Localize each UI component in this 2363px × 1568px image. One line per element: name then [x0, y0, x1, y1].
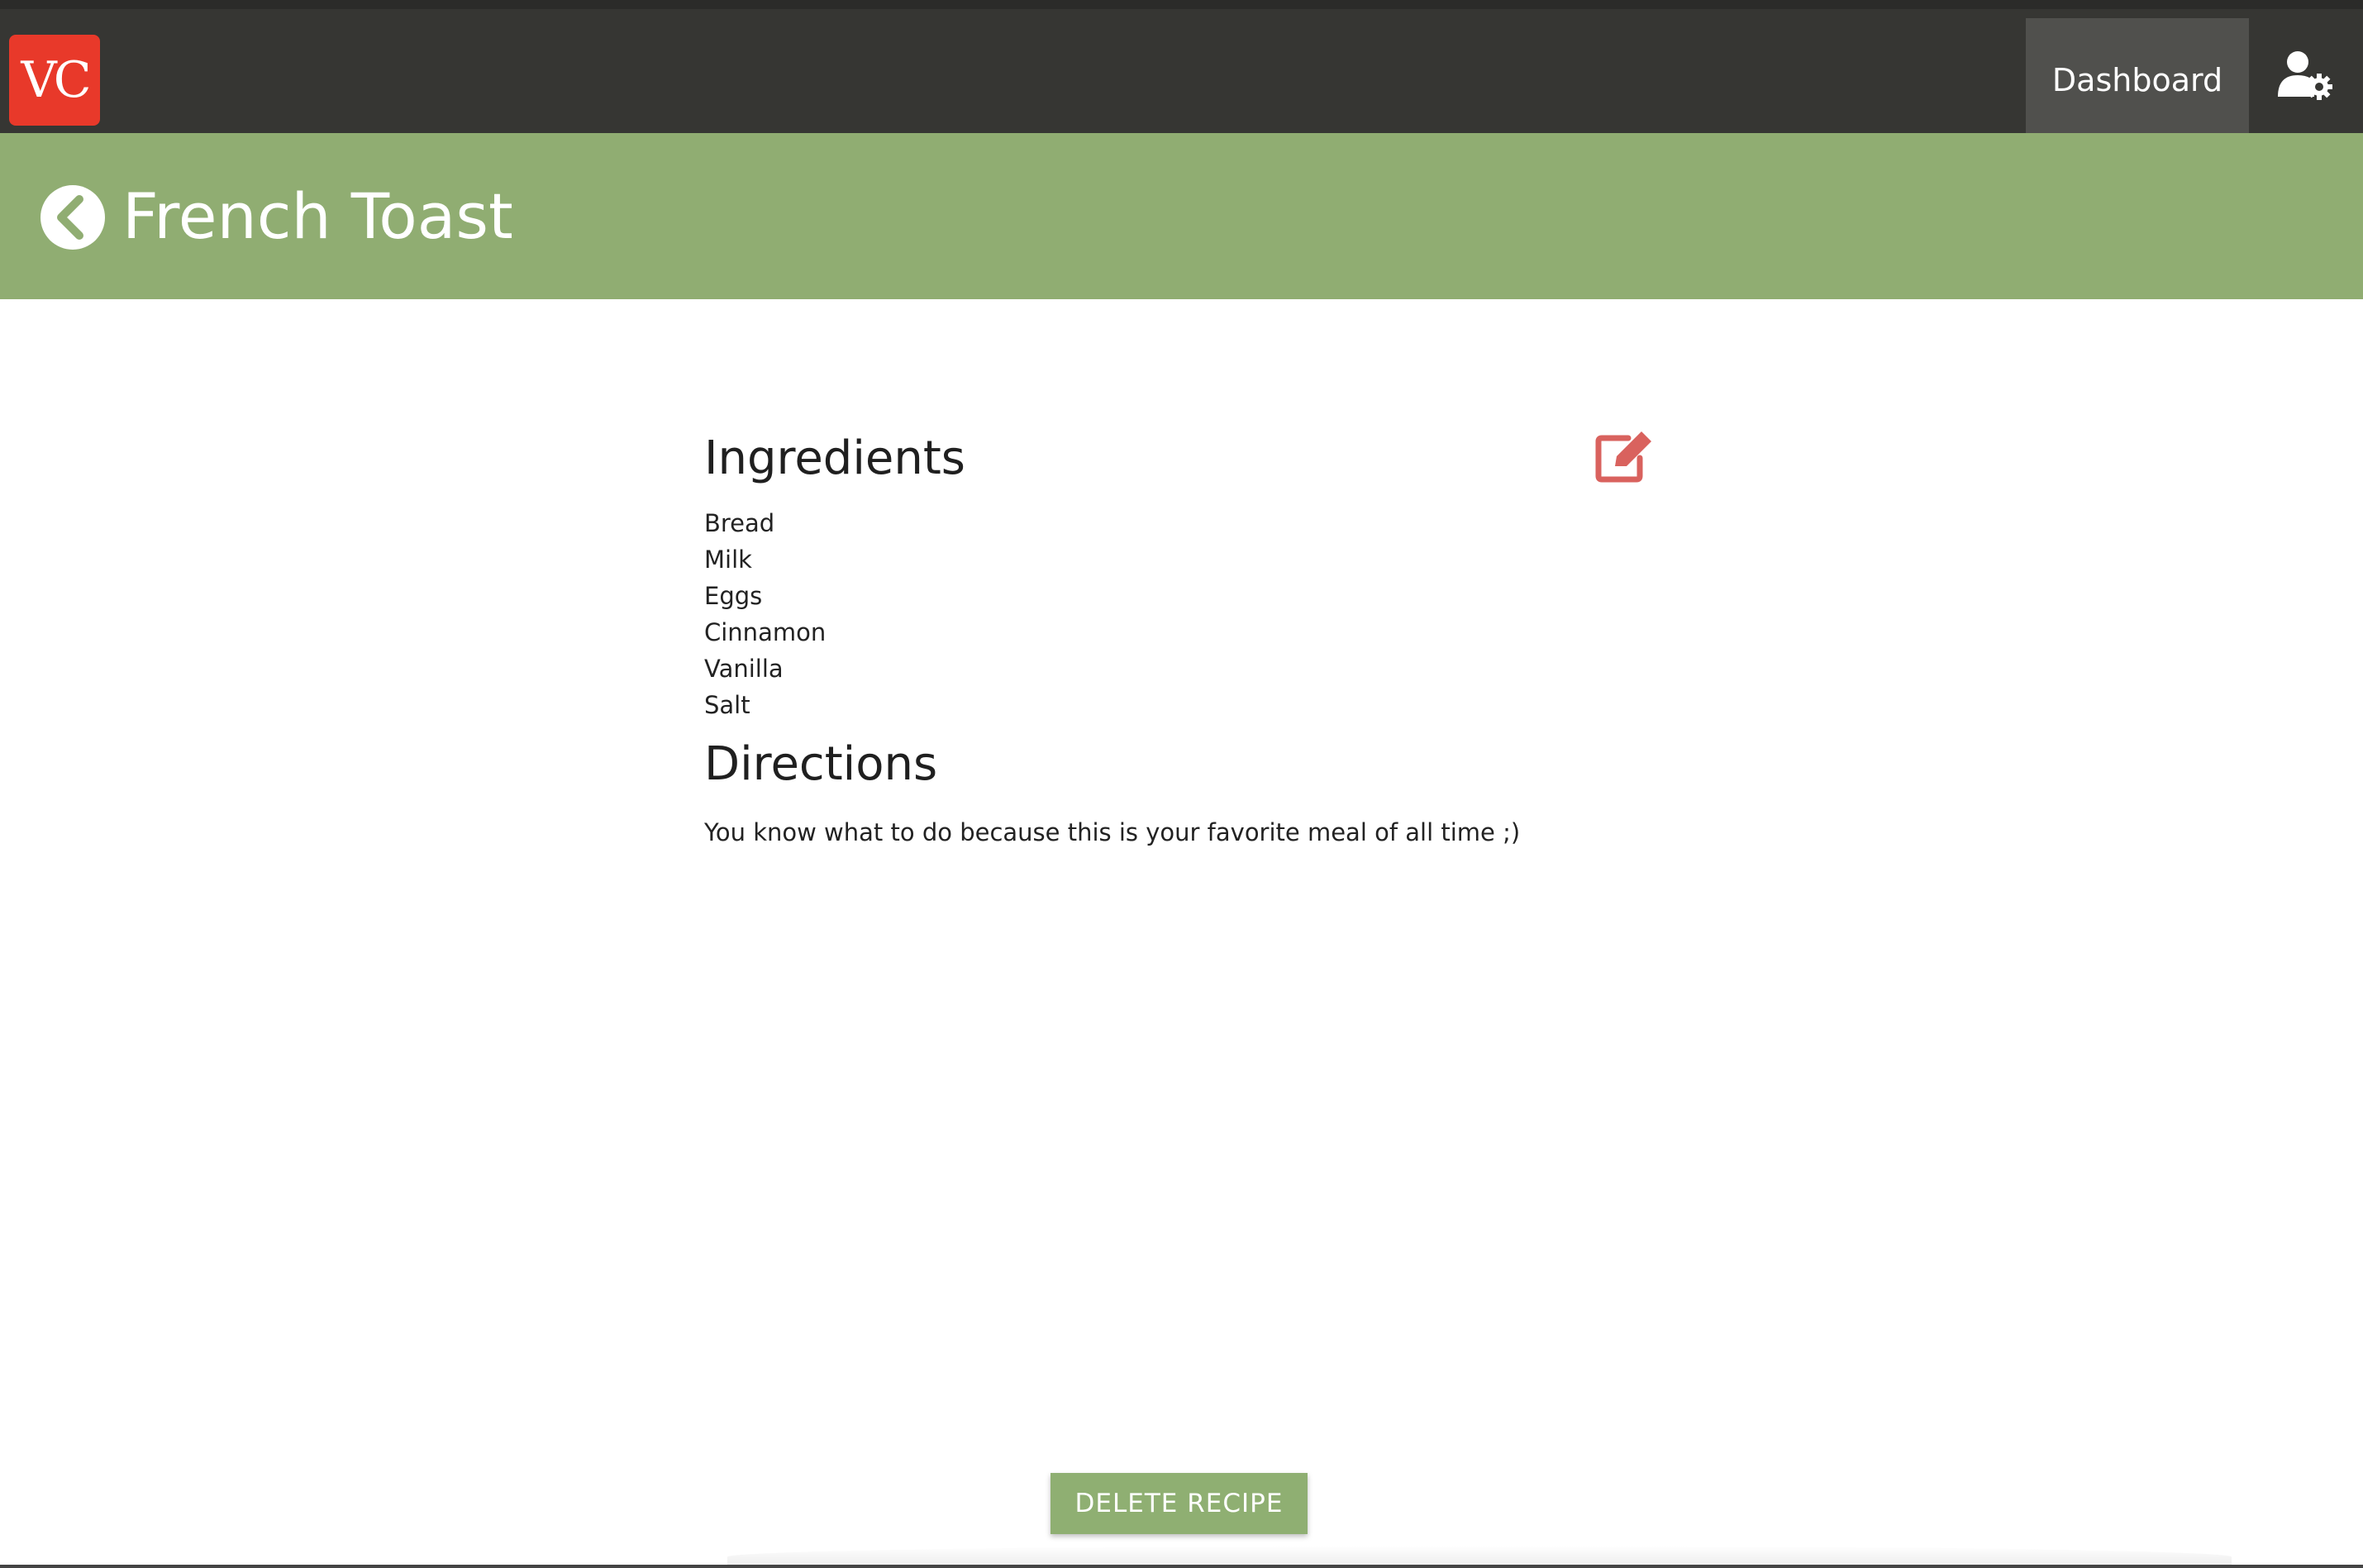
- ingredient-item: Salt: [704, 691, 750, 719]
- ingredient-item: Cinnamon: [704, 618, 827, 646]
- nav-dashboard-link[interactable]: Dashboard: [2026, 18, 2249, 142]
- ingredients-heading: Ingredients: [704, 431, 965, 485]
- ingredient-item: Bread: [704, 509, 775, 537]
- back-icon[interactable]: [40, 184, 106, 250]
- user-settings-icon[interactable]: [2276, 47, 2334, 105]
- edit-icon[interactable]: [1595, 430, 1655, 483]
- recipe-header: French Toast: [0, 133, 2363, 299]
- bottom-border: [0, 1565, 2363, 1568]
- delete-recipe-button[interactable]: DELETE RECIPE: [1050, 1473, 1308, 1534]
- directions-text: You know what to do because this is your…: [704, 818, 1521, 846]
- app-logo[interactable]: VC: [9, 35, 100, 126]
- ingredient-item: Milk: [704, 546, 752, 574]
- ingredient-item: Vanilla: [704, 655, 784, 683]
- directions-heading: Directions: [704, 737, 938, 791]
- ingredients-list: Bread Milk Eggs Cinnamon Vanilla Salt: [704, 505, 1663, 723]
- top-navbar: VC Dashboard: [0, 0, 2363, 142]
- recipe-content: Ingredients Bread Milk Eggs Cinnamon Van…: [704, 426, 1663, 851]
- page-title: French Toast: [122, 179, 513, 253]
- ingredient-item: Eggs: [704, 582, 763, 610]
